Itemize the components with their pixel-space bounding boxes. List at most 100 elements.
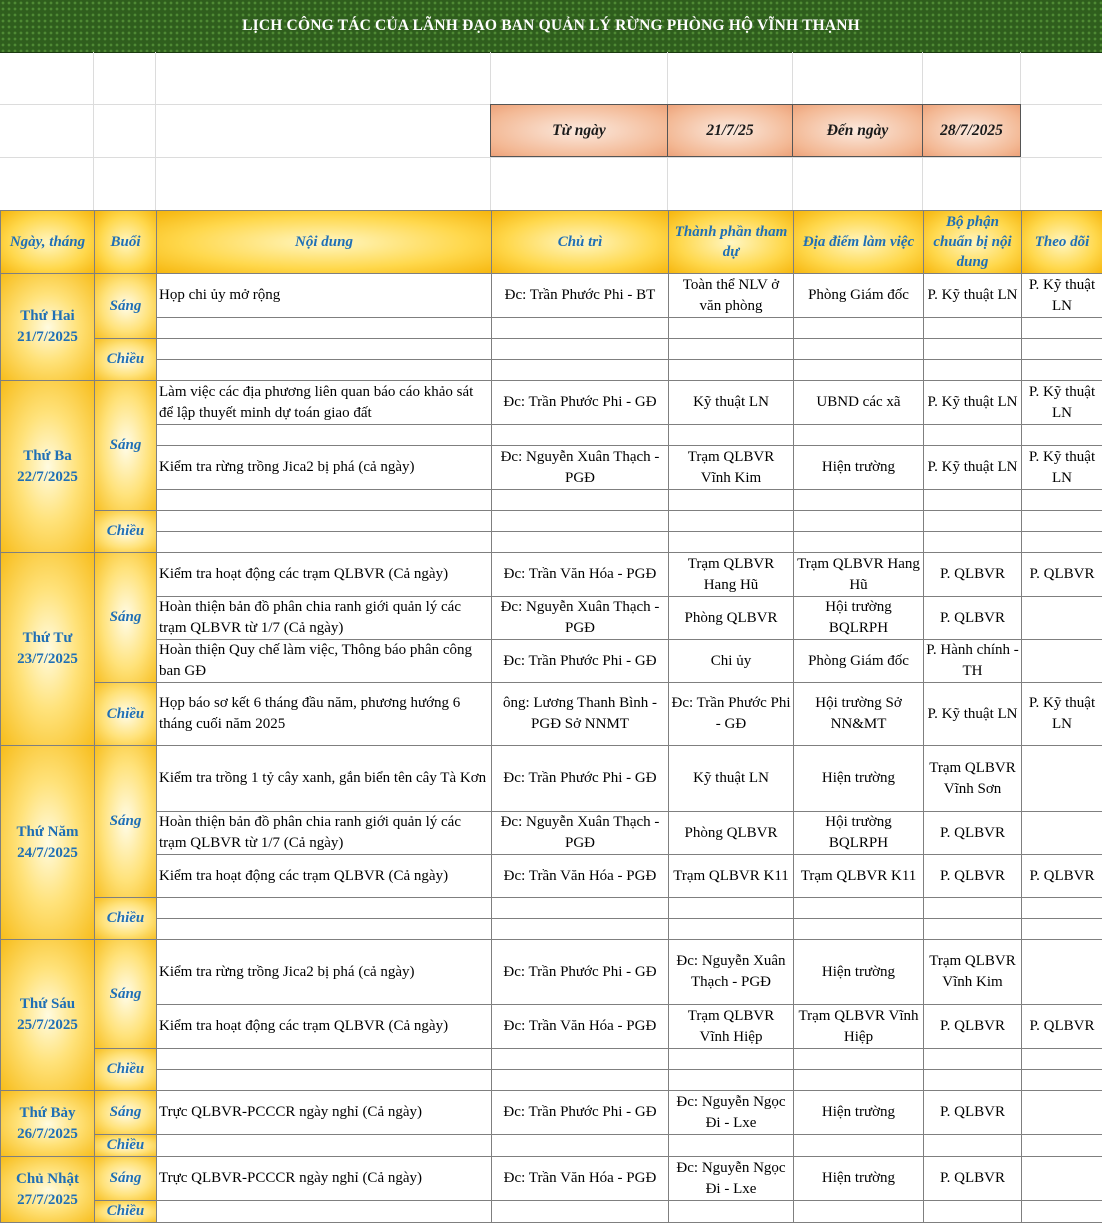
day-cell: Thứ Năm 24/7/2025 [1, 746, 95, 940]
day-cell: Chủ Nhật 27/7/2025 [1, 1157, 95, 1223]
session-afternoon: Chiều [95, 1201, 157, 1223]
page-title: LỊCH CÔNG TÁC CỦA LÃNH ĐẠO BAN QUẢN LÝ R… [0, 0, 1102, 53]
table-row: Hoàn thiện bản đồ phân chia ranh giới qu… [1, 812, 1102, 855]
to-date-label: Đến ngày [792, 104, 923, 157]
participants-cell: Đc: Nguyễn Ngọc Đi - Lxe [669, 1091, 794, 1135]
follow-cell: P. QLBVR [1022, 553, 1102, 597]
table-row [1, 532, 1102, 553]
participants-cell: Trạm QLBVR K11 [669, 855, 794, 898]
follow-cell: P. Kỹ thuật LN [1022, 446, 1102, 490]
day-name: Thứ Sáu [3, 994, 92, 1015]
table-row [1, 490, 1102, 511]
participants-cell: Đc: Nguyễn Xuân Thạch - PGĐ [669, 940, 794, 1005]
table-row: Chiều [1, 511, 1102, 532]
session-morning: Sáng [95, 1157, 157, 1201]
gridline [792, 157, 793, 210]
chair-cell: Đc: Trần Phước Phi - GĐ [492, 746, 669, 812]
follow-cell: P. QLBVR [1022, 855, 1102, 898]
day-date: 25/7/2025 [3, 1015, 92, 1036]
session-morning: Sáng [95, 1091, 157, 1135]
header-prep: Bộ phận chuẩn bị nội dung [924, 211, 1022, 274]
participants-cell: Trạm QLBVR Vĩnh Kim [669, 446, 794, 490]
day-name: Thứ Bảy [3, 1103, 92, 1124]
content-cell: Kiểm tra trồng 1 tỷ cây xanh, gắn biển t… [157, 746, 492, 812]
participants-cell: Kỹ thuật LN [669, 746, 794, 812]
chair-cell: Đc: Trần Phước Phi - GĐ [492, 1091, 669, 1135]
prep-cell: P. Hành chính - TH [924, 640, 1022, 683]
content-cell: Trực QLBVR-PCCCR ngày nghỉ (Cả ngày) [157, 1157, 492, 1201]
header-row: Ngày, tháng Buổi Nội dung Chủ trì Thành … [1, 211, 1102, 274]
content-cell: Họp báo sơ kết 6 tháng đầu năm, phương h… [157, 683, 492, 746]
prep-cell: P. QLBVR [924, 1157, 1022, 1201]
participants-cell: Phòng QLBVR [669, 812, 794, 855]
day-cell: Thứ Bảy 26/7/2025 [1, 1091, 95, 1157]
chair-cell: Đc: Nguyễn Xuân Thạch - PGĐ [492, 446, 669, 490]
chair-cell: Đc: Trần Phước Phi - GĐ [492, 381, 669, 425]
follow-cell [1022, 812, 1102, 855]
chair-cell: Đc: Nguyễn Xuân Thạch - PGĐ [492, 597, 669, 640]
content-cell: Họp chi ủy mở rộng [157, 274, 492, 318]
table-row: Hoàn thiện bản đồ phân chia ranh giới qu… [1, 597, 1102, 640]
day-cell: Thứ Ba 22/7/2025 [1, 381, 95, 553]
day-cell: Thứ Tư 23/7/2025 [1, 553, 95, 746]
day-date: 26/7/2025 [3, 1124, 92, 1145]
participants-cell: Đc: Nguyễn Ngọc Đi - Lxe [669, 1157, 794, 1201]
table-row: Thứ Năm 24/7/2025 Sáng Kiểm tra trồng 1 … [1, 746, 1102, 812]
gridline [922, 52, 923, 104]
table-row: Kiểm tra hoạt động các trạm QLBVR (Cả ng… [1, 855, 1102, 898]
content-cell: Trực QLBVR-PCCCR ngày nghỉ (Cả ngày) [157, 1091, 492, 1135]
follow-cell: P. Kỹ thuật LN [1022, 683, 1102, 746]
location-cell: Hiện trường [794, 940, 924, 1005]
location-cell: Hiện trường [794, 1157, 924, 1201]
follow-cell: P. Kỹ thuật LN [1022, 381, 1102, 425]
session-afternoon: Chiều [95, 1049, 157, 1091]
table-row [1, 360, 1102, 381]
follow-cell [1022, 1091, 1102, 1135]
gridline [667, 52, 668, 104]
prep-cell: P. QLBVR [924, 855, 1022, 898]
day-date: 22/7/2025 [3, 467, 92, 488]
location-cell: Hội trường BQLRPH [794, 812, 924, 855]
chair-cell: Đc: Trần Phước Phi - GĐ [492, 640, 669, 683]
table-row: Chiều Họp báo sơ kết 6 tháng đầu năm, ph… [1, 683, 1102, 746]
prep-cell: P. Kỹ thuật LN [924, 446, 1022, 490]
table-row: Chiều [1, 1201, 1102, 1223]
location-cell: Hiện trường [794, 1091, 924, 1135]
day-cell: Thứ Sáu 25/7/2025 [1, 940, 95, 1091]
header-location: Địa điểm làm việc [794, 211, 924, 274]
session-morning: Sáng [95, 274, 157, 339]
content-cell: Hoàn thiện bản đồ phân chia ranh giới qu… [157, 597, 492, 640]
chair-cell: Đc: Trần Văn Hóa - PGĐ [492, 1005, 669, 1049]
day-date: 24/7/2025 [3, 843, 92, 864]
participants-cell: Trạm QLBVR Hang Hũ [669, 553, 794, 597]
gridline [490, 157, 491, 210]
content-cell: Hoàn thiện Quy chế làm việc, Thông báo p… [157, 640, 492, 683]
table-row: Chiều [1, 339, 1102, 360]
location-cell: Hội trường Sở NN&MT [794, 683, 924, 746]
session-afternoon: Chiều [95, 339, 157, 381]
participants-cell: Kỹ thuật LN [669, 381, 794, 425]
location-cell: Trạm QLBVR Hang Hũ [794, 553, 924, 597]
gridline [0, 157, 1102, 158]
table-row: Hoàn thiện Quy chế làm việc, Thông báo p… [1, 640, 1102, 683]
session-morning: Sáng [95, 746, 157, 898]
table-row: Thứ Ba 22/7/2025 Sáng Làm việc các địa p… [1, 381, 1102, 425]
prep-cell: Trạm QLBVR Vĩnh Kim [924, 940, 1022, 1005]
table-row [1, 318, 1102, 339]
from-date-label: Từ ngày [490, 104, 668, 157]
header-date: Ngày, tháng [1, 211, 95, 274]
header-follow: Theo dõi [1022, 211, 1102, 274]
chair-cell: Đc: Trần Phước Phi - BT [492, 274, 669, 318]
content-cell: Làm việc các địa phương liên quan báo cá… [157, 381, 492, 425]
location-cell: Trạm QLBVR K11 [794, 855, 924, 898]
location-cell: Hội trường BQLRPH [794, 597, 924, 640]
location-cell: Hiện trường [794, 446, 924, 490]
header-participants: Thành phần tham dự [669, 211, 794, 274]
prep-cell: P. Kỹ thuật LN [924, 274, 1022, 318]
participants-cell: Chi ủy [669, 640, 794, 683]
location-cell: Phòng Giám đốc [794, 274, 924, 318]
content-cell: Kiểm tra hoạt động các trạm QLBVR (Cả ng… [157, 1005, 492, 1049]
schedule-sheet: LỊCH CÔNG TÁC CỦA LÃNH ĐẠO BAN QUẢN LÝ R… [0, 0, 1102, 1200]
prep-cell: P. QLBVR [924, 1091, 1022, 1135]
location-cell: UBND các xã [794, 381, 924, 425]
